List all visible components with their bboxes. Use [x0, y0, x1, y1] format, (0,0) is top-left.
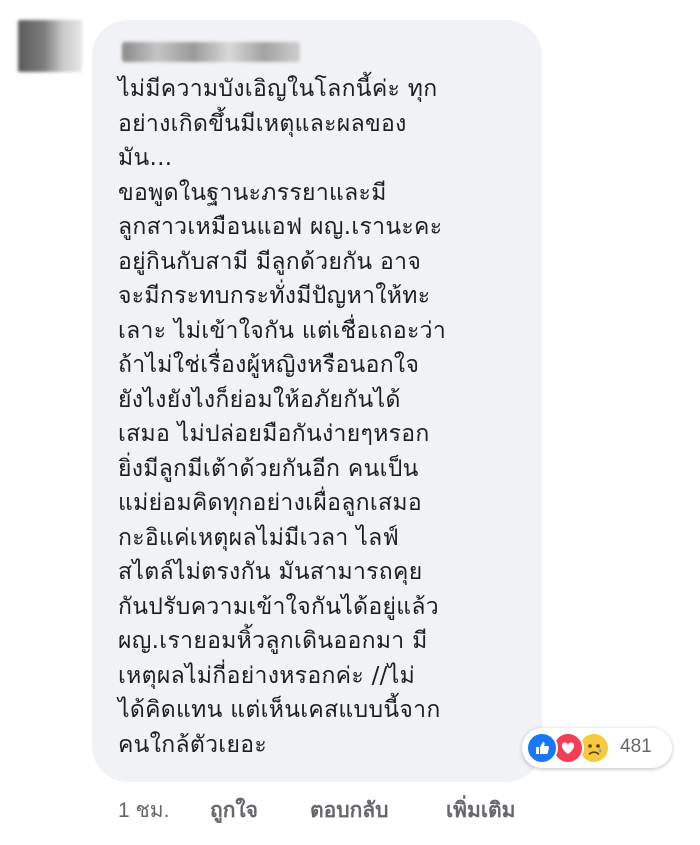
comment-line: กะอิแค่เหตุผลไม่มีเวลา ไลฟ์	[118, 524, 400, 551]
comment-bubble: ไม่มีความบังเอิญในโลกนี้ค่ะ ทุก อย่างเกิ…	[92, 20, 542, 782]
comment-line: ขอพูดในฐานะภรรยาและมี	[118, 179, 387, 206]
reply-button[interactable]: ตอบกลับ	[310, 794, 389, 827]
like-button[interactable]: ถูกใจ	[210, 794, 258, 827]
comment-line: ยิ่งมีลูกมีเต้าด้วยกันอีก คนเป็น	[118, 455, 419, 482]
comment-line: คนใกล้ตัวเยอะ	[118, 731, 268, 758]
comment-line: ลูกสาวเหมือนแอฟ ผญ.เรานะคะ	[118, 214, 443, 240]
comment-line: เลาะ ไม่เข้าใจกัน แต่เชื่อเถอะว่า	[118, 317, 447, 344]
comment-line: ถ้าไม่ใช่เรื่องผู้หญิงหรือนอกใจ	[118, 352, 420, 378]
sad-face-glyph	[588, 744, 602, 755]
more-button[interactable]: เพิ่มเติม	[446, 794, 516, 827]
comment-line: จะมีกระทบกระทั่งมีปัญหาให้ทะ	[118, 283, 431, 309]
comment-line: ไม่มีความบังเอิญในโลกนี้ค่ะ ทุก	[118, 76, 438, 102]
reaction-count: 481	[620, 736, 652, 757]
heart-glyph	[561, 742, 575, 754]
comment-line: เหตุผลไม่กี่อย่างหรอกค่ะ //ไม่	[118, 662, 416, 689]
comment-line: เสมอ ไม่ปล่อยมือกันง่ายๆหรอก	[118, 421, 430, 447]
comment-line: สไตล์ไม่ตรงกัน มันสามารถคุย	[118, 559, 423, 585]
like-icon	[526, 732, 558, 764]
timestamp-link[interactable]: 1 ชม.	[118, 794, 169, 827]
comment-line: ยังไงยังไงก็ย่อมให้อภัยกันได้	[118, 386, 401, 413]
comment-line: ผญ.เรายอมหิ้วลูกเดินออกมา มี	[118, 628, 428, 654]
reactions-summary[interactable]: 481	[522, 728, 672, 768]
comment-line: มัน...	[118, 145, 173, 171]
comment-line: อย่างเกิดขึ้นมีเหตุและผลของ	[118, 110, 407, 137]
thumbs-up-glyph	[536, 742, 549, 754]
avatar[interactable]	[18, 20, 82, 72]
author-name-blurred[interactable]	[122, 42, 300, 62]
comment-line: แม่ย่อมคิดทุกอย่างเผื่อลูกเสมอ	[118, 490, 422, 516]
comment-line: อยู่กินกับสามี มีลูกด้วยกัน อาจ	[118, 248, 422, 275]
comment-text: ไม่มีความบังเอิญในโลกนี้ค่ะ ทุก อย่างเกิ…	[118, 72, 528, 762]
comment-line: ได้คิดแทน แต่เห็นเคสแบบนี้จาก	[118, 697, 441, 723]
comment-line: กันปรับความเข้าใจกันได้อยู่แล้ว	[118, 593, 439, 620]
